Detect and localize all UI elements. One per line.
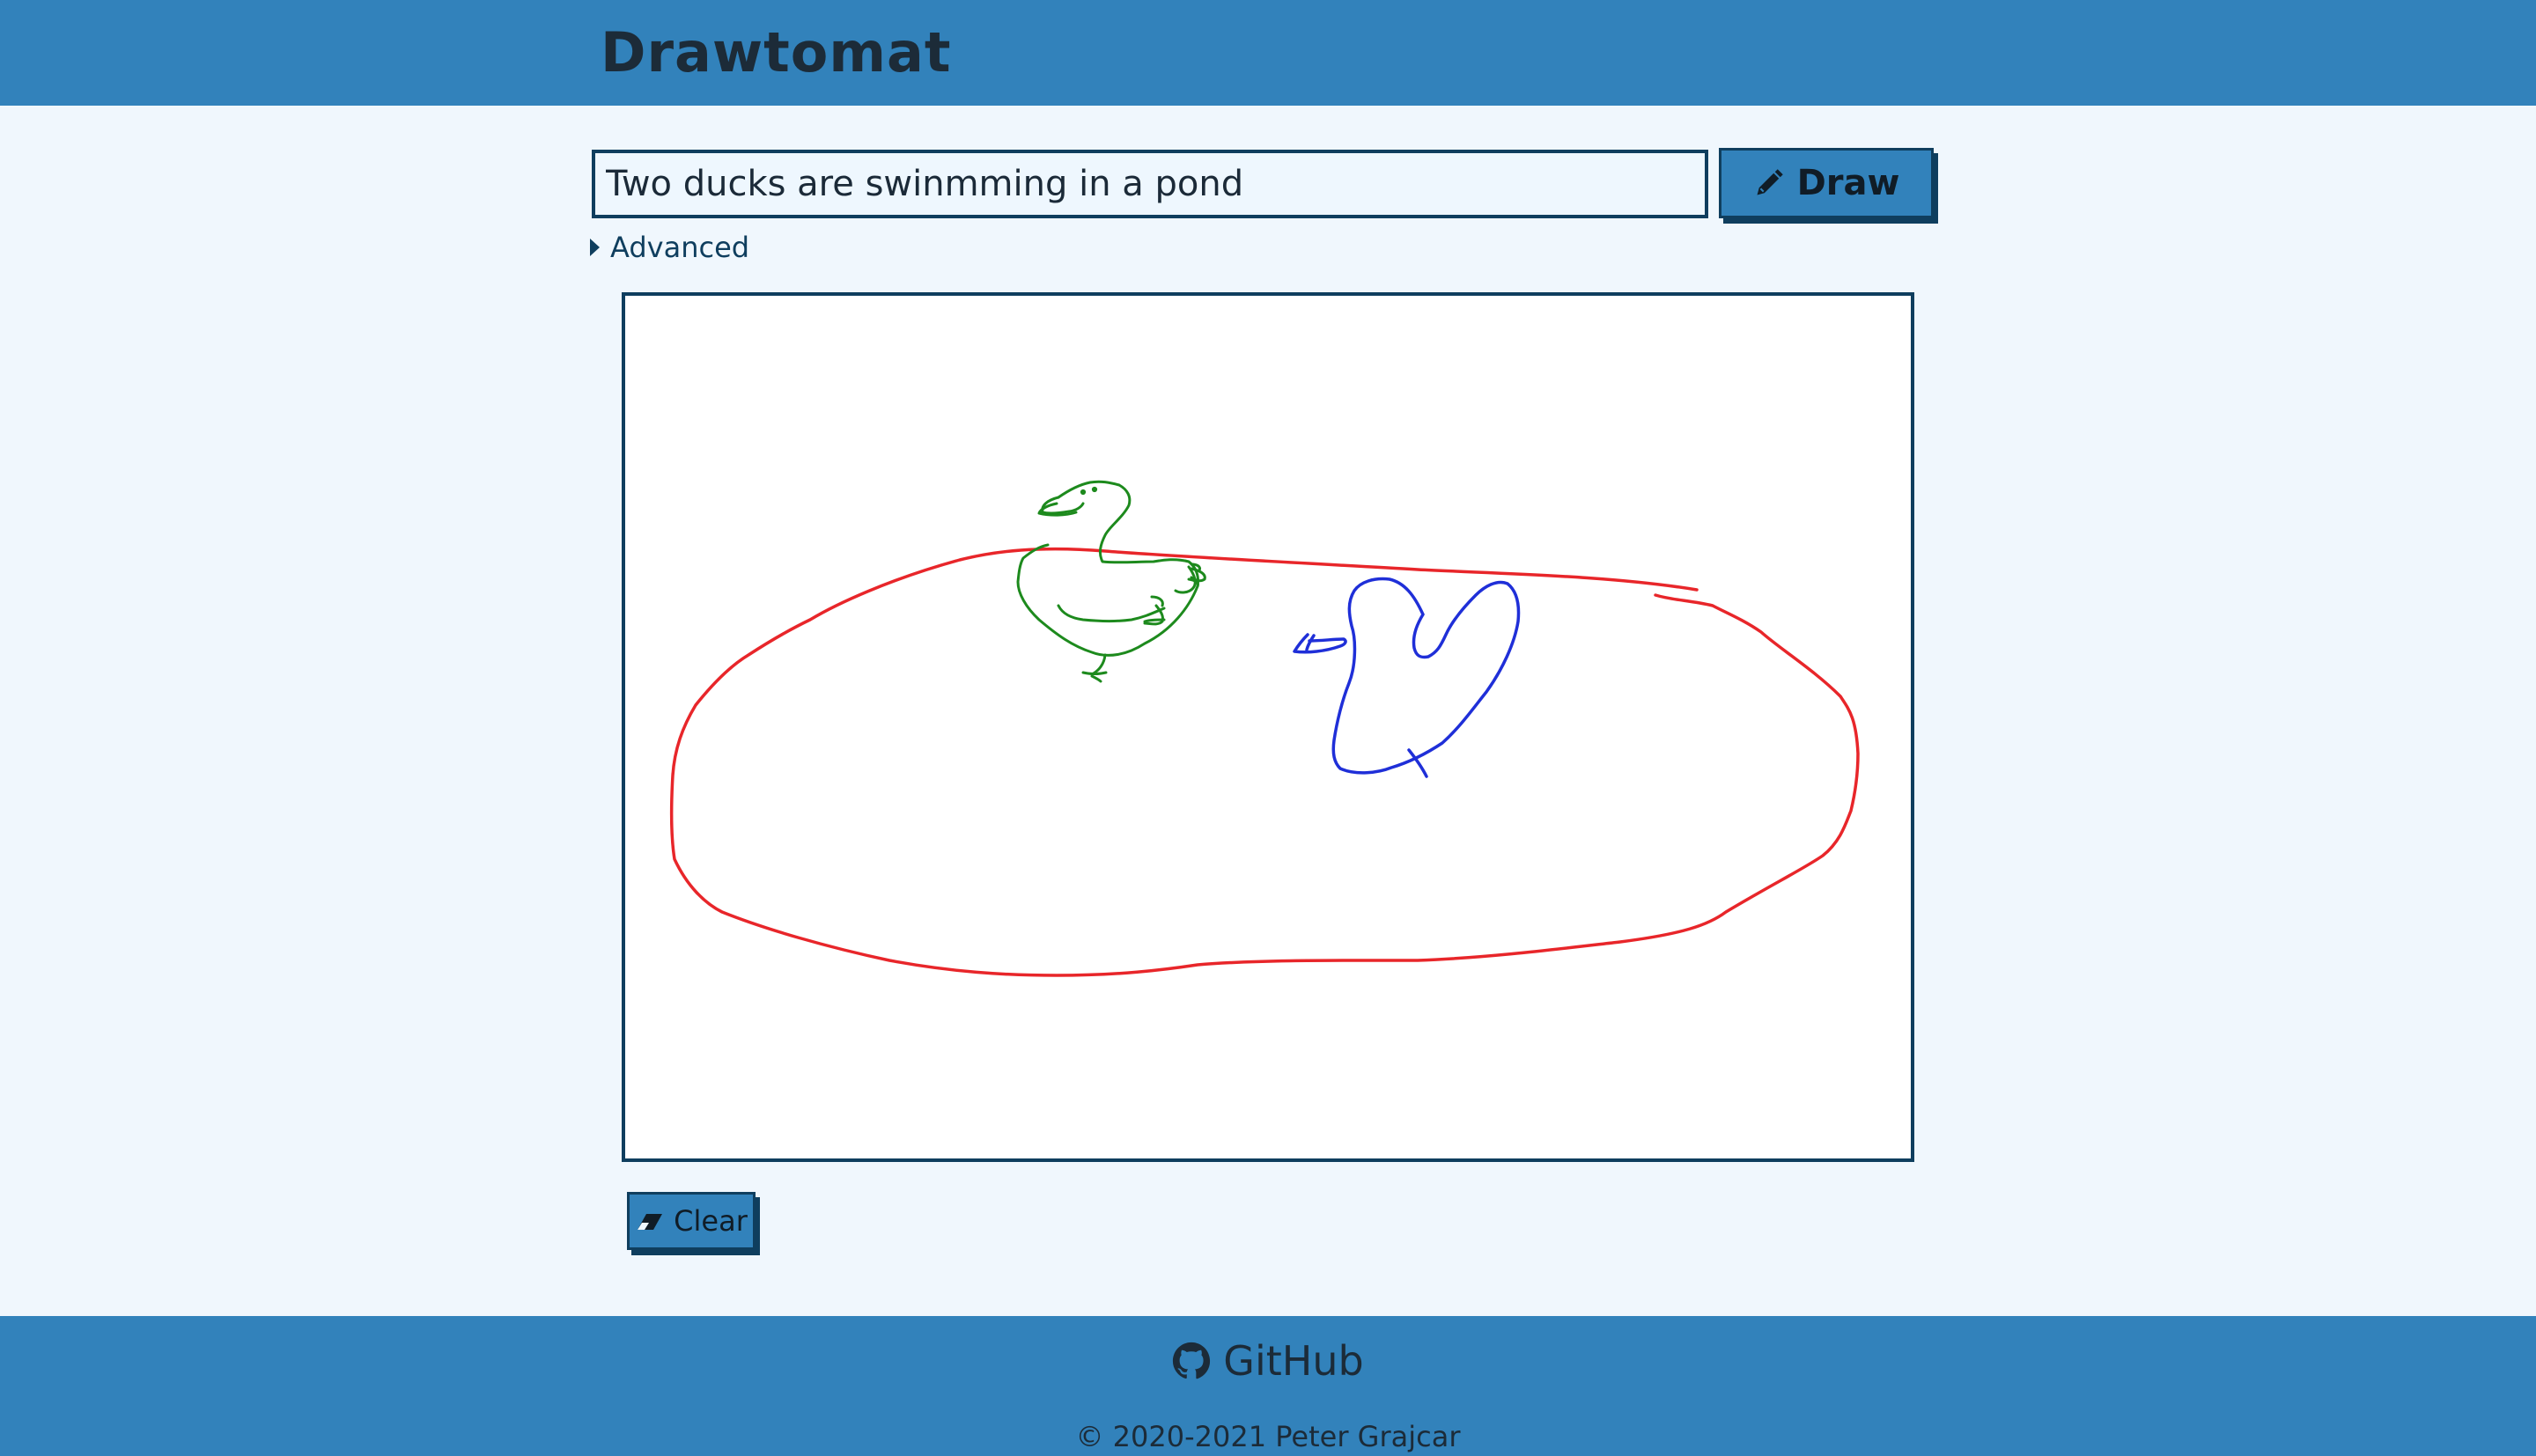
- github-icon: [1173, 1342, 1211, 1379]
- clear-button-label: Clear: [674, 1204, 748, 1238]
- draw-button[interactable]: Draw: [1719, 148, 1934, 218]
- drawing-svg: [669, 480, 1860, 977]
- clear-button[interactable]: Clear: [627, 1192, 756, 1250]
- eraser-icon: [638, 1214, 663, 1230]
- footer: GitHub © 2020-2021 Peter Grajcar: [0, 1316, 2536, 1456]
- blue-duck-drawing: [1293, 577, 1521, 778]
- github-label: GitHub: [1223, 1337, 1364, 1385]
- drawing-canvas[interactable]: [622, 292, 1914, 1162]
- copyright-text: © 2020-2021 Peter Grajcar: [1075, 1420, 1461, 1453]
- advanced-label: Advanced: [610, 231, 750, 264]
- app-title: Drawtomat: [601, 20, 952, 85]
- draw-button-label: Draw: [1796, 163, 1900, 203]
- advanced-toggle[interactable]: Advanced: [590, 227, 749, 268]
- pond-stroke: [669, 547, 1860, 977]
- top-bar: Drawtomat: [0, 0, 2536, 106]
- caret-right-icon: [590, 239, 600, 256]
- pencil-icon: [1757, 169, 1783, 195]
- prompt-input[interactable]: [592, 150, 1708, 218]
- green-duck-drawing: [1016, 480, 1206, 683]
- github-link[interactable]: GitHub: [0, 1337, 2536, 1385]
